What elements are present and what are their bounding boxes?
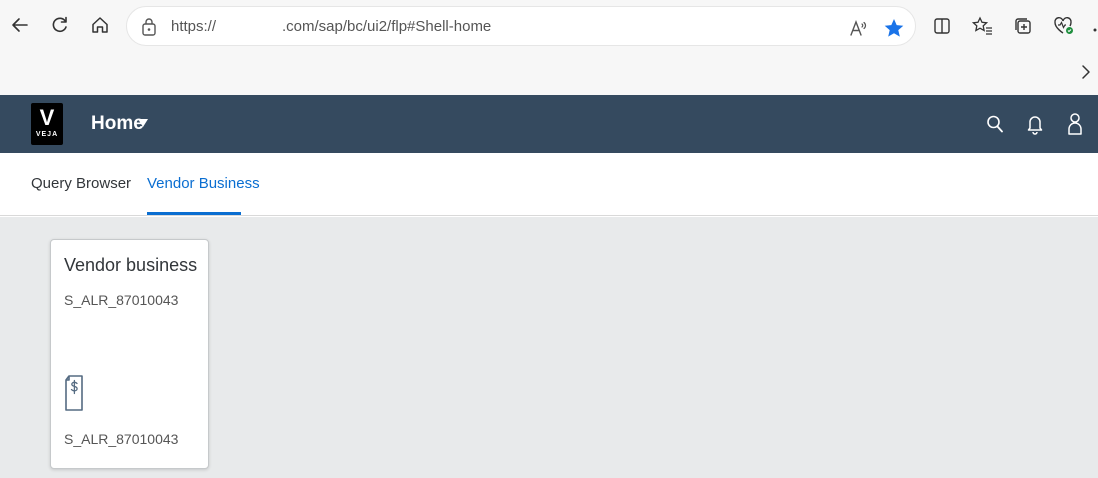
refresh-icon xyxy=(52,16,67,33)
user-icon xyxy=(1068,113,1082,135)
active-tab-indicator xyxy=(147,212,241,215)
home-browser-button[interactable] xyxy=(86,11,114,39)
back-button[interactable] xyxy=(6,11,34,39)
tile-title: Vendor business xyxy=(64,255,198,275)
search-icon xyxy=(987,115,1003,133)
address-bar[interactable]: https:// .com/sap/bc/ui2/flp#Shell-home xyxy=(126,6,916,46)
more-menu-button[interactable] xyxy=(1088,14,1098,38)
app-tile-vendor-business[interactable]: Vendor business S_ALR_87010043 S_ALR_870… xyxy=(50,239,209,469)
more-dots-icon xyxy=(1093,28,1097,32)
collections-icon xyxy=(1015,18,1031,34)
url-path: .com/sap/bc/ui2/flp#Shell-home xyxy=(282,18,492,35)
document-dollar-icon xyxy=(65,375,83,411)
favorites-list-icon xyxy=(972,16,992,35)
split-screen-icon xyxy=(934,18,950,34)
chevron-right-icon[interactable] xyxy=(1078,62,1094,82)
user-menu-button[interactable] xyxy=(1063,111,1087,137)
favorite-star-icon[interactable] xyxy=(883,17,905,39)
bell-icon xyxy=(1027,116,1043,135)
logo-wordmark: VEJA xyxy=(35,131,59,138)
heart-health-icon xyxy=(1054,17,1073,34)
launchpad-content: Vendor business S_ALR_87010043 S_ALR_870… xyxy=(0,217,1098,478)
health-button[interactable] xyxy=(1052,14,1076,38)
url-protocol: https:// xyxy=(171,18,217,35)
site-info-icon[interactable] xyxy=(141,17,157,42)
tab-vendor-business[interactable]: Vendor Business xyxy=(147,175,260,192)
tile-subtitle: S_ALR_87010043 xyxy=(64,292,179,308)
home-icon xyxy=(92,17,108,33)
arrow-left-icon xyxy=(12,18,28,32)
read-aloud-icon[interactable] xyxy=(847,17,869,39)
browser-secondary-row xyxy=(0,52,1098,95)
company-logo[interactable]: V VEJA xyxy=(31,103,63,145)
logo-letter: V xyxy=(39,105,55,130)
search-button[interactable] xyxy=(983,111,1007,137)
tile-footer: S_ALR_87010043 xyxy=(64,431,179,447)
anchor-tab-bar: Query Browser Vendor Business xyxy=(0,153,1098,216)
collections-button[interactable] xyxy=(1011,14,1035,38)
tab-query-browser[interactable]: Query Browser xyxy=(31,175,131,192)
caret-down-icon[interactable] xyxy=(137,118,149,128)
notifications-button[interactable] xyxy=(1023,111,1047,137)
shell-header: V VEJA Home xyxy=(0,95,1098,153)
refresh-button[interactable] xyxy=(46,11,74,39)
split-screen-button[interactable] xyxy=(930,14,954,38)
shell-title[interactable]: Home xyxy=(91,113,144,135)
browser-toolbar: https:// .com/sap/bc/ui2/flp#Shell-home xyxy=(0,0,1098,52)
favorites-button[interactable] xyxy=(971,14,995,38)
